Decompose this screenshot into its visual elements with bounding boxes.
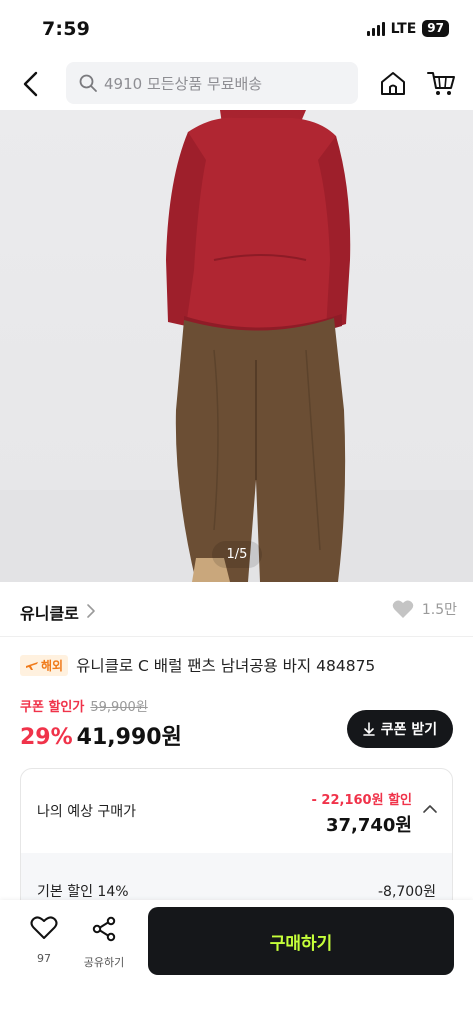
discount-rate: 29% xyxy=(20,725,73,750)
base-discount-label: 기본 할인 14% xyxy=(37,884,129,900)
product-title: 유니클로 C 배럴 팬츠 남녀공용 바지 484875 xyxy=(76,657,376,675)
brand-row[interactable]: 유니클로 1.5만 xyxy=(0,582,473,637)
airplane-icon xyxy=(26,662,38,670)
coupon-price-label: 쿠폰 할인가 xyxy=(20,700,85,715)
share-label: 공유하기 xyxy=(83,956,125,969)
original-price: 59,900원 xyxy=(90,700,148,715)
bottom-action-bar: 97 공유하기 구매하기 xyxy=(0,900,473,1024)
search-icon xyxy=(79,74,97,92)
coupon-download-label: 쿠폰 받기 xyxy=(380,722,438,738)
expected-price: 37,740원 xyxy=(325,815,412,836)
buy-button[interactable]: 구매하기 xyxy=(148,907,454,975)
chevron-right-icon xyxy=(87,604,95,618)
back-icon[interactable] xyxy=(16,68,48,100)
overseas-badge-label: 해외 xyxy=(41,658,64,673)
product-photo xyxy=(0,110,473,582)
like-button[interactable]: 97 xyxy=(22,916,66,972)
brand-like[interactable]: 1.5만 xyxy=(392,599,457,619)
signal-icon xyxy=(366,21,385,36)
like-count: 97 xyxy=(37,952,51,965)
search-input[interactable]: 4910 모든상품 무료배송 xyxy=(66,62,358,104)
status-bar: 7:59 LTE 97 xyxy=(0,0,473,58)
share-button[interactable]: 공유하기 xyxy=(82,916,126,972)
status-indicators: LTE 97 xyxy=(366,20,449,37)
base-discount-amount: -8,700원 xyxy=(377,884,436,900)
brand-like-count: 1.5만 xyxy=(421,602,457,618)
expected-price-header[interactable]: 나의 예상 구매가 - 22,160원 할인 37,740원 xyxy=(21,769,452,853)
brand-name[interactable]: 유니클로 xyxy=(20,600,79,624)
share-icon xyxy=(92,916,116,942)
status-time: 7:59 xyxy=(42,18,91,40)
expected-price-label: 나의 예상 구매가 xyxy=(37,804,137,820)
network-type: LTE xyxy=(390,20,417,37)
product-image[interactable]: 1/5 xyxy=(0,110,473,582)
cart-icon[interactable] xyxy=(426,68,456,98)
app-root: 7:59 LTE 97 4910 모든상품 무료배송 1/5 유니클로 1.5만… xyxy=(0,0,473,1024)
heart-outline-icon xyxy=(30,916,58,939)
home-icon[interactable] xyxy=(378,68,408,98)
heart-filled-icon xyxy=(392,600,414,618)
top-nav: 4910 모든상품 무료배송 xyxy=(0,58,473,110)
price-area: 쿠폰 할인가 59,900원 29% 41,990원 xyxy=(20,696,182,751)
coupon-download-button[interactable]: 쿠폰 받기 xyxy=(347,710,453,748)
battery-icon: 97 xyxy=(422,20,449,37)
coupon-price-line: 쿠폰 할인가 59,900원 xyxy=(20,696,182,715)
image-pager: 1/5 xyxy=(212,541,262,568)
expected-price-card: 나의 예상 구매가 - 22,160원 할인 37,740원 기본 할인 14%… xyxy=(20,768,453,918)
download-icon xyxy=(362,722,375,736)
expected-discount: - 22,160원 할인 xyxy=(311,793,413,808)
product-title-row: 해외 유니클로 C 배럴 팬츠 남녀공용 바지 484875 xyxy=(20,654,375,676)
sale-price-line: 29% 41,990원 xyxy=(20,719,182,751)
chevron-up-icon[interactable] xyxy=(422,803,438,815)
sale-price: 41,990원 xyxy=(76,725,182,750)
search-placeholder: 4910 모든상품 무료배송 xyxy=(104,74,263,93)
overseas-badge: 해외 xyxy=(20,654,69,676)
